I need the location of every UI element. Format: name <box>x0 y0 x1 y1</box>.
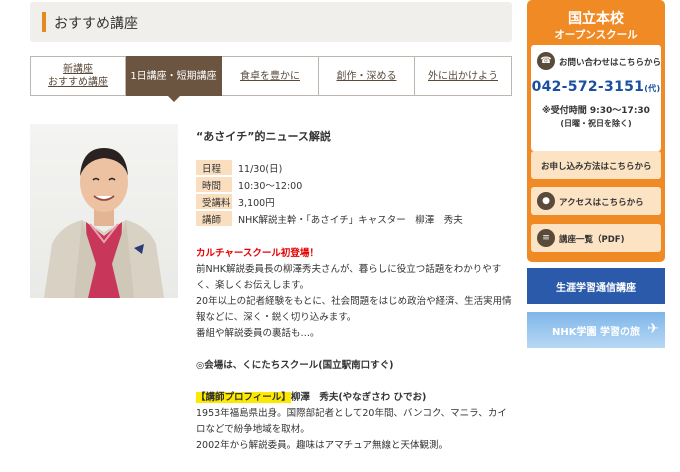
school-subtitle: オープンスクール <box>554 29 638 41</box>
venue-note: ◎会場は、くにたちスクール(国立駅南口すぐ) <box>196 360 394 371</box>
tab-one-day-short[interactable]: 1日講座・短期講座 <box>126 56 222 102</box>
section-accent-bar <box>42 12 46 32</box>
apply-method-button[interactable]: お申し込み方法はこちらから <box>531 151 661 179</box>
phone-suffix: (代) <box>644 84 661 93</box>
banner-label: 生涯学習通信講座 <box>556 282 636 294</box>
tab-label: 食卓を豊かに <box>240 70 300 82</box>
course-desc-paragraph: 前NHK解説委員長の柳澤秀夫さんが、暮らしに役立つ話題をわかりやすく、楽しくお伝… <box>196 264 502 291</box>
info-label: 受講料 <box>196 194 232 209</box>
active-tab-arrow <box>166 95 181 102</box>
lecturer-portrait-illustration <box>44 148 164 298</box>
phone-number[interactable]: 042-572-3151(代) <box>531 79 661 95</box>
section-title: おすすめ講座 <box>54 16 138 32</box>
tab-label: 創作・深める <box>336 70 397 82</box>
tab-label-line2: おすすめ講座 <box>48 77 108 88</box>
tab-new-recommended[interactable]: 新講座 おすすめ講座 <box>30 56 126 96</box>
info-value: 10:30～12:00 <box>238 180 303 192</box>
tab-label: 新講座 おすすめ講座 <box>48 63 108 89</box>
airplane-icon: ✈ <box>647 321 659 337</box>
info-label: 時間 <box>196 177 232 192</box>
school-info-panel: 国立本校 オープンスクール ☎ お問い合わせはこちらから 042-572-315… <box>527 0 665 262</box>
main-column: おすすめ講座 新講座 おすすめ講座 1日講座・短期講座 食卓を豊かに 創作・深め… <box>0 0 515 472</box>
reception-hours-note: (日曜・祝日を除く) <box>560 119 632 128</box>
reception-hours: ※受付時間 9:30～17:30 <box>542 106 650 116</box>
category-tabs: 新講座 おすすめ講座 1日講座・短期講座 食卓を豊かに 創作・深める 外に出かけ… <box>30 56 512 102</box>
contact-link[interactable]: ☎ お問い合わせはこちらから <box>531 49 661 73</box>
tab-label: 1日講座・短期講座 <box>130 70 217 82</box>
course-title: “あさイチ”的ニュース解説 <box>196 130 331 143</box>
info-value: NHK解説主幹・「あさイチ」キャスター 柳澤 秀夫 <box>238 214 463 226</box>
map-pin-icon: ● <box>537 192 555 210</box>
course-list-pdf-button[interactable]: ≡ 講座一覧（PDF) <box>531 224 661 252</box>
school-name: 国立本校 <box>568 11 624 27</box>
study-tour-banner[interactable]: NHK学園 学習の旅 ✈ <box>527 312 665 348</box>
info-value: 3,100円 <box>238 197 275 209</box>
course-description: カルチャースクール初登場！ 前NHK解説委員長の柳澤秀夫さんが、暮らしに役立つ話… <box>196 246 514 454</box>
access-button[interactable]: ● アクセスはこちらから <box>531 187 661 215</box>
apply-method-label: お申し込み方法はこちらから <box>541 162 652 172</box>
info-row-lecturer: 講師 NHK解説主幹・「あさイチ」キャスター 柳澤 秀夫 <box>196 211 463 226</box>
list-icon: ≡ <box>537 229 555 247</box>
access-label: アクセスはこちらから <box>559 198 644 208</box>
tab-label-line1: 新講座 <box>63 64 93 75</box>
section-header: おすすめ講座 <box>30 2 512 42</box>
profile-paragraph: 1953年福島県出身。国際部記者として20年間、バンコク、マニラ、カイロなどで紛… <box>196 408 507 435</box>
info-row-date: 日程 11/30(日) <box>196 160 463 175</box>
course-desc-paragraph: 20年以上の記者経験をもとに、社会問題をはじめ政治や経済、生活実用情報などに、深… <box>196 296 512 323</box>
course-headline: カルチャースクール初登場！ <box>196 248 319 259</box>
phone-digits: 042-572-3151 <box>531 79 645 95</box>
contact-label: お問い合わせはこちらから <box>559 58 662 68</box>
info-row-time: 時間 10:30～12:00 <box>196 177 463 192</box>
course-list-label: 講座一覧（PDF) <box>559 235 625 245</box>
info-label: 日程 <box>196 160 232 175</box>
lecturer-photo <box>30 124 178 298</box>
tab-outing[interactable]: 外に出かけよう <box>415 56 512 96</box>
tab-table[interactable]: 食卓を豊かに <box>222 56 319 96</box>
tab-label: 外に出かけよう <box>428 70 498 82</box>
profile-paragraph: 2002年から解説委員。趣味はアマチュア無線と天体観測。 <box>196 440 448 451</box>
info-label: 講師 <box>196 211 232 226</box>
contact-box: ☎ お問い合わせはこちらから 042-572-3151(代) ※受付時間 9:3… <box>531 45 661 151</box>
banner-label: NHK学園 学習の旅 <box>552 326 640 338</box>
profile-tag: 【講師プロフィール】 <box>196 392 291 403</box>
tab-creative[interactable]: 創作・深める <box>319 56 415 96</box>
sidebar: 国立本校 オープンスクール ☎ お問い合わせはこちらから 042-572-315… <box>527 0 665 472</box>
course-info-table: 日程 11/30(日) 時間 10:30～12:00 受講料 3,100円 講師… <box>196 158 463 228</box>
info-row-fee: 受講料 3,100円 <box>196 194 463 209</box>
profile-name: 柳澤 秀夫(やなぎさわ ひでお) <box>290 392 427 403</box>
correspondence-course-banner[interactable]: 生涯学習通信講座 <box>527 268 665 304</box>
info-value: 11/30(日) <box>238 163 283 175</box>
phone-icon: ☎ <box>537 52 555 70</box>
profile-heading: 【講師プロフィール】柳澤 秀夫(やなぎさわ ひでお) <box>196 390 514 406</box>
course-desc-paragraph: 番組や解説委員の裏話も…。 <box>196 328 320 339</box>
